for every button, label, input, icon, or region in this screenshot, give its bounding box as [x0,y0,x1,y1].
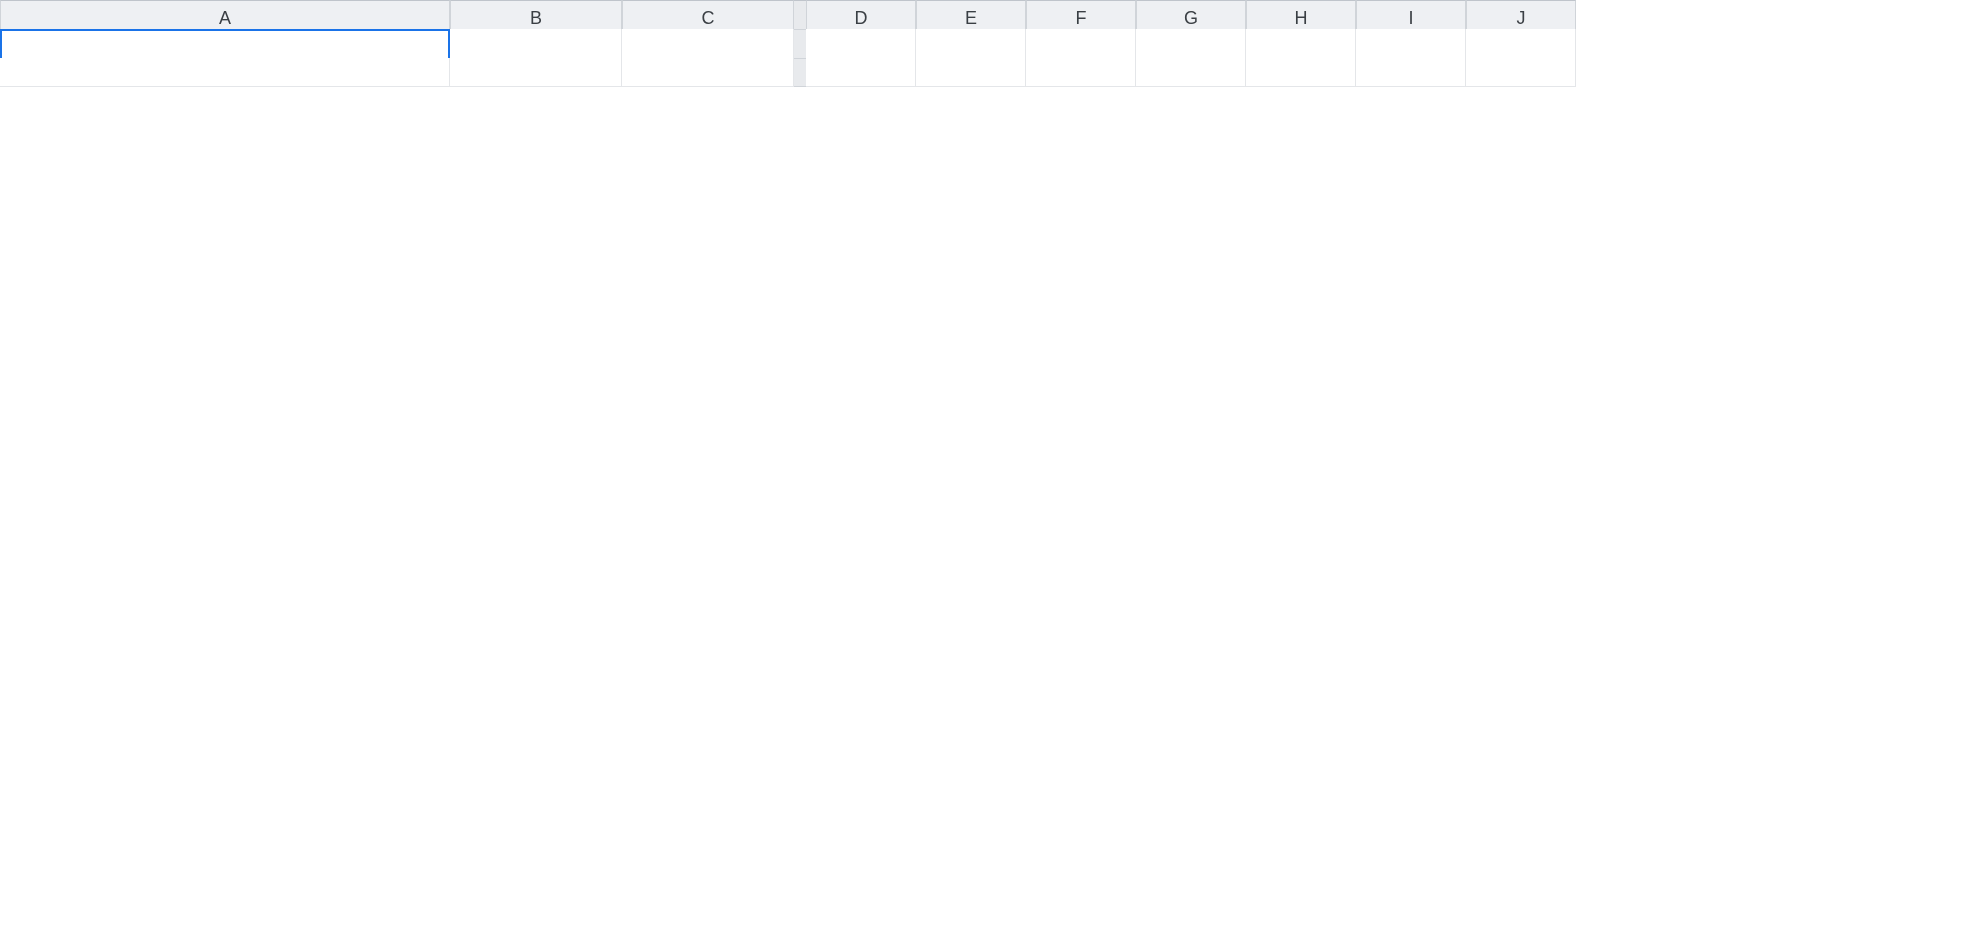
spreadsheet-grid[interactable]: ABCDEFGHIJ [0,0,1982,87]
cell-may[interactable] [1246,58,1356,87]
cell-jul[interactable] [1466,58,1576,87]
cell-feb[interactable] [916,58,1026,87]
frozen-pane-divider [794,58,806,87]
cell-annual-budget[interactable] [450,58,622,87]
cell-apr[interactable] [1136,58,1246,87]
cell-jun[interactable] [1356,58,1466,87]
cell-monthly-budget[interactable] [622,58,794,87]
row-label[interactable] [0,58,450,87]
cell-mar[interactable] [1026,58,1136,87]
cell-jan[interactable] [806,58,916,87]
